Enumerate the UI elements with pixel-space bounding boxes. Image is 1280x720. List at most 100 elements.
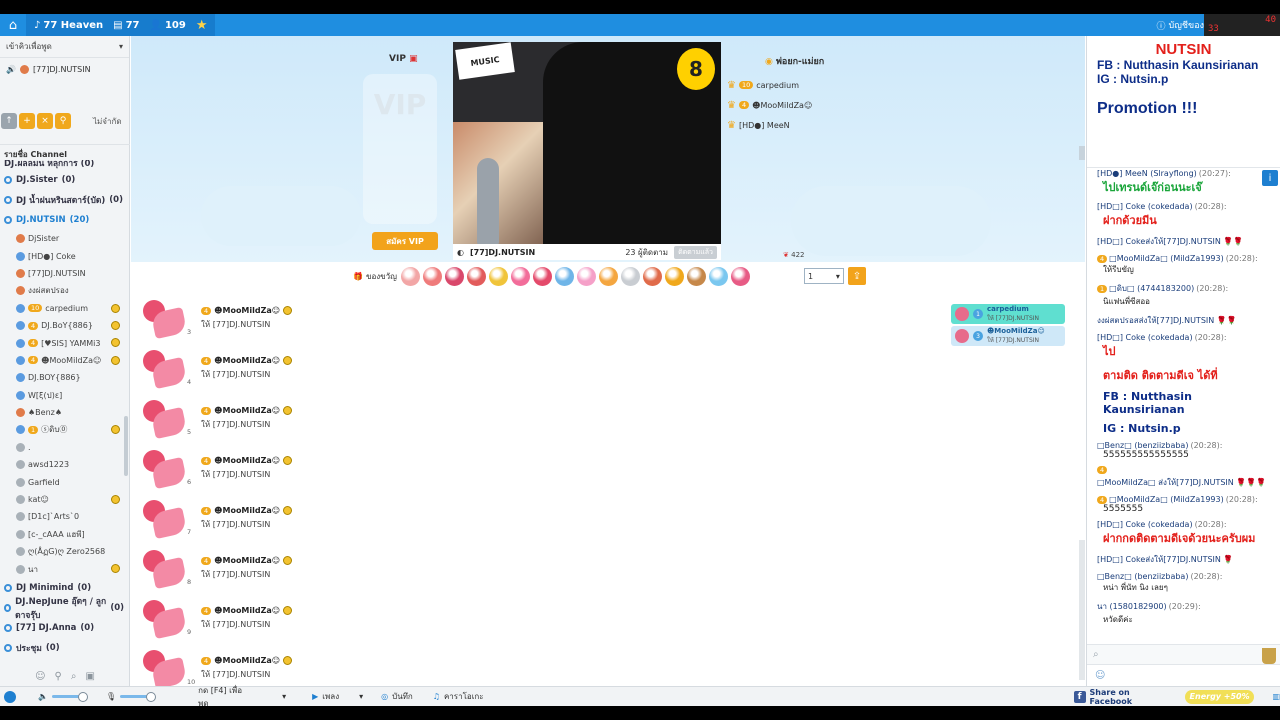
- emoji-icon[interactable]: ☺: [1095, 670, 1105, 681]
- signal-icon[interactable]: ▥: [1272, 692, 1280, 701]
- chat-sender[interactable]: นา (1580182900) (20:29):: [1097, 600, 1269, 613]
- channel-user[interactable]: [HD●] Coke: [0, 247, 124, 264]
- queue-lock-button[interactable]: ⚲: [55, 113, 71, 129]
- karaoke-button[interactable]: ♫ คาราโอเกะ: [433, 690, 484, 703]
- gift-item[interactable]: [730, 266, 750, 286]
- gift-item[interactable]: [686, 266, 706, 286]
- chat-sender[interactable]: [HD●] MeeN (Slrayflong) (20:27):: [1097, 169, 1269, 178]
- top-gift-sender[interactable]: 3 ☻MooMildZa☺ ให้ [77]DJ.NUTSIN: [951, 326, 1065, 346]
- channel-item[interactable]: ประชุม (0): [0, 638, 124, 658]
- supporter-item[interactable]: ♛ 4 ☻MooMildZa☺: [727, 96, 812, 114]
- chat-sender[interactable]: [HD□] Coke (cokedada) (20:28):: [1097, 333, 1269, 342]
- chat-sender[interactable]: 1 □ดิบ□ (4744183200) (20:28):: [1097, 282, 1269, 295]
- channel-user[interactable]: [77]DJ.NUTSIN: [0, 265, 124, 282]
- gift-item[interactable]: [466, 266, 486, 286]
- gift-item[interactable]: [422, 266, 442, 286]
- gift-item[interactable]: [642, 266, 662, 286]
- channel-scrollbar[interactable]: [124, 416, 128, 476]
- volume-slider[interactable]: [51, 692, 88, 702]
- channel-user[interactable]: 4 ☻MooMildZa☺: [0, 352, 124, 369]
- channel-user[interactable]: W[ξ(ป)ε]: [0, 387, 124, 404]
- chat-sender[interactable]: 4 □MooMildZa□ (MildZa1993) (20:28):: [1097, 254, 1269, 263]
- add-user-icon[interactable]: ☺: [35, 671, 45, 682]
- location-icon[interactable]: ⚲: [55, 671, 62, 682]
- queue-mode[interactable]: ไม่จำกัด: [93, 115, 122, 128]
- gift-quantity-select[interactable]: 1 ▾: [803, 268, 844, 284]
- queue-up-button[interactable]: ↑: [1, 113, 17, 129]
- record-button[interactable]: ◎ บันทึก: [381, 690, 413, 703]
- chat-sender[interactable]: [HD□] Coke (cokedada) (20:28):: [1097, 520, 1269, 529]
- channel-user[interactable]: 1 ⓢดิบ⓪: [0, 421, 124, 438]
- speaker-queue-header[interactable]: เข้าคิวเพื่อพูด ▾: [0, 36, 129, 58]
- channel-user[interactable]: DjSister: [0, 230, 124, 247]
- mic-volume-control[interactable]: 🎙: [106, 692, 157, 702]
- queue-add-button[interactable]: +: [19, 113, 35, 129]
- channel-user[interactable]: งงผ่สตปรอง: [0, 282, 124, 299]
- chat-sender[interactable]: □Benz□ (benziizbaba) (20:28):: [1097, 572, 1269, 581]
- chat-sender[interactable]: 4 □MooMildZa□ (MildZa1993) (20:28):: [1097, 495, 1269, 504]
- channel-user[interactable]: [D1c]`Arts`0: [0, 508, 124, 525]
- gift-item[interactable]: [510, 266, 530, 286]
- channel-item[interactable]: DJ น้ำฝนหรินสดาร์(บัด) (0): [0, 190, 124, 210]
- vip-signup-button[interactable]: สมัคร VIP: [372, 232, 438, 250]
- music-button[interactable]: ▶ เพลง ▾: [312, 690, 363, 703]
- gift-sender[interactable]: 4 ☻MooMildZa☺: [201, 506, 293, 515]
- channel-user[interactable]: 4 [♥SIS] YAMMi3: [0, 334, 124, 351]
- chat-sender[interactable]: 4 □MooMildZa□ ส่งให้[77]DJ.NUTSIN 🌹🌹🌹: [1097, 466, 1269, 489]
- gift-sender[interactable]: 4 ☻MooMildZa☺: [201, 456, 293, 465]
- status-indicator[interactable]: [4, 690, 16, 703]
- channel-user[interactable]: ♠Benz♠: [0, 404, 124, 421]
- gift-sender[interactable]: 4 ☻MooMildZa☺: [201, 606, 293, 615]
- chat-input[interactable]: ⌕: [1087, 644, 1280, 664]
- channel-user[interactable]: 10 carpedium: [0, 300, 124, 317]
- stage-collapse-handle[interactable]: [1079, 146, 1085, 160]
- channel-item[interactable]: DJ.NepJune อุ๊ดๆ / ลูกดาจรุ๊บ (0): [0, 597, 124, 621]
- channel-item[interactable]: DJ.ผลลมน หลุกการ (0): [0, 160, 124, 170]
- channel-user[interactable]: awsd1223: [0, 456, 124, 473]
- channel-user[interactable]: Garfield: [0, 473, 124, 490]
- share-facebook-button[interactable]: f Share on Facebook: [1073, 688, 1175, 706]
- gift-sender[interactable]: 4 ☻MooMildZa☺: [201, 406, 293, 415]
- gift-item[interactable]: [620, 266, 640, 286]
- settings-icon[interactable]: ▣: [85, 671, 94, 682]
- channel-item[interactable]: DJ.Sister (0): [0, 170, 124, 190]
- channel-item[interactable]: DJ.NUTSIN (20): [0, 210, 124, 230]
- channel-user[interactable]: .: [0, 439, 124, 456]
- channel-user[interactable]: ღ(ÅฏG)ღ Zero2568: [0, 543, 124, 560]
- channel-user[interactable]: kat☺: [0, 491, 124, 508]
- gift-item[interactable]: [576, 266, 596, 286]
- gift-item[interactable]: [708, 266, 728, 286]
- energy-badge[interactable]: Energy +50%: [1184, 689, 1255, 704]
- chat-sender[interactable]: [HD□] Cokeส่งให้[77]DJ.NUTSIN 🌹🌹: [1097, 235, 1269, 248]
- queue-remove-button[interactable]: ×: [37, 113, 53, 129]
- channel-user[interactable]: นา: [0, 560, 124, 577]
- search-icon[interactable]: ⌕: [71, 671, 77, 682]
- chat-sender[interactable]: งงผ่สตปรอสส่งให้[77]DJ.NUTSIN 🌹🌹: [1097, 314, 1269, 327]
- mic-slider[interactable]: [120, 692, 157, 702]
- gift-item[interactable]: [444, 266, 464, 286]
- send-gift-button[interactable]: ⇪: [847, 267, 866, 285]
- gift-item[interactable]: [400, 266, 420, 286]
- gift-item[interactable]: [532, 266, 552, 286]
- gift-item[interactable]: [554, 266, 574, 286]
- channel-user[interactable]: DJ.BOY{886}: [0, 369, 124, 386]
- gift-sender[interactable]: 4 ☻MooMildZa☺: [201, 556, 293, 565]
- gift-item[interactable]: [488, 266, 508, 286]
- favorite-star-icon[interactable]: ★: [196, 18, 208, 33]
- gift-sender[interactable]: 4 ☻MooMildZa☺: [201, 306, 293, 315]
- cup-icon[interactable]: [1262, 648, 1276, 664]
- chat-sender[interactable]: □Benz□ (benziizbaba) (20:28):: [1097, 441, 1269, 450]
- channel-user[interactable]: [c-_cAAA แฮพี]: [0, 526, 124, 543]
- volume-control[interactable]: 🔈: [38, 692, 88, 702]
- home-icon[interactable]: ⌂: [0, 14, 26, 36]
- gift-item[interactable]: [664, 266, 684, 286]
- room-tab[interactable]: ♪ 77 Heaven ▤ 77 👤 109 ★: [26, 14, 216, 36]
- account-menu[interactable]: ⓘ บัญชีของ: [1157, 14, 1204, 36]
- gift-sender[interactable]: 4 ☻MooMildZa☺: [201, 656, 293, 665]
- gift-sender[interactable]: 4 ☻MooMildZa☺: [201, 356, 293, 365]
- follow-button[interactable]: ติดตามแล้ว: [674, 245, 717, 259]
- supporter-item[interactable]: ♛ [HD●] MeeN: [727, 116, 790, 134]
- feed-scrollbar[interactable]: [1079, 540, 1085, 680]
- push-to-talk[interactable]: กด [F4] เพื่อพูด ▾: [198, 684, 286, 707]
- chat-sender[interactable]: [HD□] Coke (cokedada) (20:28):: [1097, 202, 1269, 211]
